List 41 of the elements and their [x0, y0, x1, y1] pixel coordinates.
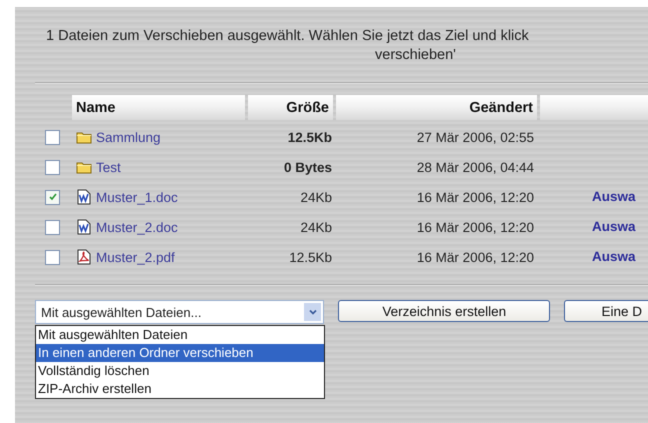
- action-link[interactable]: Auswa: [592, 189, 636, 204]
- file-link[interactable]: Muster_1.doc: [96, 190, 178, 204]
- file-link[interactable]: Muster_2.doc: [96, 220, 178, 234]
- checkbox[interactable]: [45, 130, 60, 144]
- size-text: 24Kb: [299, 190, 333, 204]
- folder-link[interactable]: Test: [96, 160, 121, 174]
- action-link[interactable]: Auswa: [592, 219, 636, 234]
- action-link[interactable]: Auswa: [592, 249, 636, 264]
- modified-header: Geändert: [336, 95, 537, 120]
- size-text: 24Kb: [299, 220, 333, 234]
- file-link[interactable]: Muster_2.pdf: [96, 250, 175, 264]
- dropdown-option[interactable]: ZIP-Archiv erstellen: [36, 380, 324, 398]
- size-header: Größe: [248, 95, 333, 120]
- dropdown-option[interactable]: Vollständig löschen: [36, 362, 324, 380]
- name-header: Name: [72, 95, 245, 120]
- date-text: 16 Mär 2006, 12:20: [416, 190, 535, 204]
- checkbox[interactable]: [45, 250, 60, 264]
- instruction-text: 1 Dateien zum Verschieben ausgewählt. Wählen Sie jetzt das Ziel und klick: [45, 27, 529, 46]
- dropdown-option[interactable]: Mit ausgewählten Dateien: [36, 326, 324, 344]
- create-folder-button[interactable]: Verzeichnis erstellen: [338, 300, 550, 322]
- dropdown-option[interactable]: In einen anderen Ordner verschieben: [36, 344, 324, 362]
- checkbox[interactable]: [45, 160, 60, 174]
- date-text: 28 Mär 2006, 04:44: [416, 160, 535, 174]
- date-text: 16 Mär 2006, 12:20: [416, 250, 535, 264]
- dropdown-value: Mit ausgewählten Dateien...: [41, 304, 202, 320]
- document-icon: [76, 219, 92, 235]
- size-text: 12.5Kb: [288, 250, 333, 264]
- checkbox[interactable]: [45, 190, 60, 204]
- document-icon: [76, 189, 92, 205]
- size-text: 12.5Kb: [286, 130, 333, 144]
- date-text: 16 Mär 2006, 12:20: [416, 220, 535, 234]
- date-text: 27 Mär 2006, 02:55: [416, 130, 535, 144]
- instruction-text: verschieben': [375, 46, 456, 65]
- action-button[interactable]: Eine D: [564, 300, 648, 322]
- caret-icon: [304, 303, 322, 321]
- checkbox[interactable]: [45, 220, 60, 234]
- pdf-file-icon: [76, 249, 92, 265]
- action-dropdown[interactable]: Mit ausgewählten Dateien...: [35, 300, 324, 324]
- folder-link[interactable]: Sammlung: [96, 130, 161, 144]
- size-text: 0 Bytes: [282, 160, 333, 174]
- check-icon: [48, 192, 58, 202]
